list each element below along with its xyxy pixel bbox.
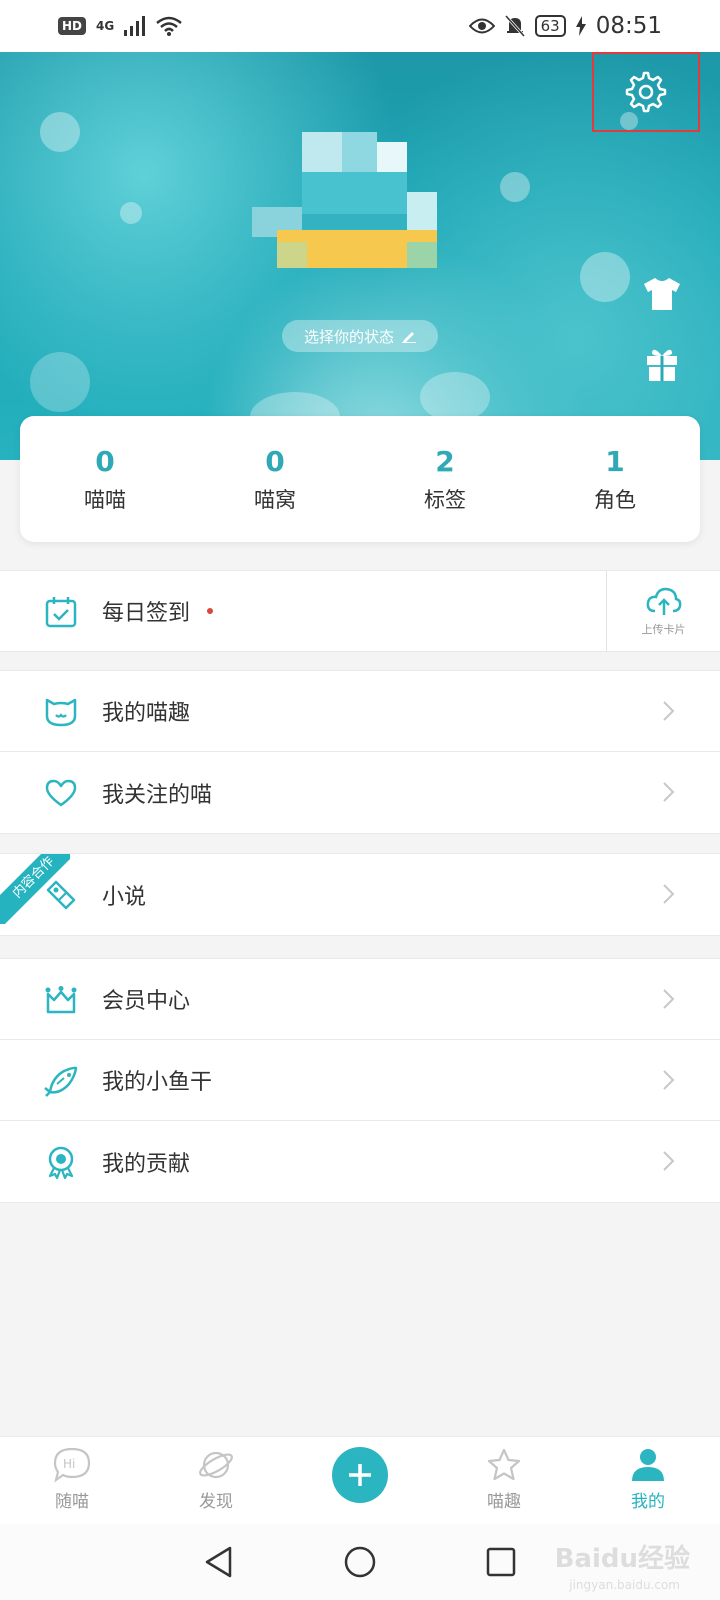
recents-square-icon[interactable] [486, 1547, 516, 1577]
bokeh-dot [120, 202, 142, 224]
chevron-right-icon [663, 1151, 675, 1171]
nav-suimiao[interactable]: Hi 随喵 [0, 1437, 144, 1524]
star-icon [487, 1448, 521, 1481]
stat-value: 1 [605, 444, 625, 478]
bokeh-dot [30, 352, 90, 412]
row-label: 我的贡献 [102, 1151, 191, 1177]
row-label: 我关注的喵 [102, 782, 213, 808]
heart-icon [42, 774, 80, 812]
stats-card: 0 喵喵 0 喵窝 2 标签 1 角色 [20, 416, 700, 542]
nav-label: 随喵 [55, 1492, 89, 1512]
watermark-logo: Baidu经验 [554, 1544, 690, 1574]
charging-icon [575, 16, 586, 36]
status-bar: HD 4G 63 08:51 [0, 0, 720, 52]
menu-group-2: 会员中心 我的小鱼干 我的贡献 [0, 958, 720, 1203]
avatar[interactable] [232, 132, 444, 322]
clock: 08:51 [595, 13, 662, 39]
checkin-section: 每日签到 上传卡片 [0, 570, 720, 652]
menu-item-my-miaoqu[interactable]: 我的喵趣 [0, 671, 720, 752]
chevron-right-icon [663, 1070, 675, 1090]
menu-item-contribution[interactable]: 我的贡献 [0, 1121, 720, 1202]
upload-card-button[interactable]: 上传卡片 [606, 571, 720, 652]
nav-mine[interactable]: 我的 [576, 1437, 720, 1524]
network-type: 4G [96, 19, 115, 33]
bokeh-dot [40, 112, 80, 152]
bokeh-dot [420, 372, 490, 422]
crown-icon [42, 981, 80, 1019]
stat-value: 2 [435, 444, 455, 478]
notification-dot [207, 608, 213, 614]
stat-value: 0 [265, 444, 285, 478]
profile-banner: 选择你的状态 [0, 52, 720, 460]
back-triangle-icon[interactable] [204, 1546, 234, 1578]
status-selector[interactable]: 选择你的状态 [282, 320, 438, 352]
battery-level: 63 [534, 15, 566, 37]
menu-group-1: 我的喵趣 我关注的喵 [0, 670, 720, 834]
tag-icon [42, 876, 80, 914]
status-right: 63 08:51 [468, 13, 662, 39]
nav-miaoqu[interactable]: 喵趣 [432, 1437, 576, 1524]
medal-icon [42, 1143, 80, 1181]
chevron-right-icon [663, 989, 675, 1009]
bottom-nav: Hi 随喵 发现 喵趣 我的 [0, 1436, 720, 1524]
fish-icon [42, 1062, 80, 1100]
signal-icon [124, 16, 146, 36]
menu-item-dried-fish[interactable]: 我的小鱼干 [0, 1040, 720, 1121]
mute-bell-icon [504, 15, 525, 37]
upload-label: 上传卡片 [641, 622, 686, 636]
watermark-url: jingyan.baidu.com [569, 1578, 680, 1592]
nav-label: 喵趣 [487, 1492, 521, 1512]
eye-icon [468, 18, 495, 34]
nav-label: 我的 [631, 1492, 665, 1512]
person-icon [632, 1449, 664, 1481]
status-prompt: 选择你的状态 [303, 327, 394, 346]
svg-text:Hi: Hi [63, 1457, 75, 1471]
stat-label: 角色 [594, 487, 636, 512]
nav-label: 发现 [199, 1492, 233, 1512]
plus-icon [349, 1464, 371, 1486]
novel-section: 内容合作 小说 [0, 853, 720, 936]
stat-value: 0 [95, 444, 115, 478]
stat-miaowo[interactable]: 0 喵窝 [190, 416, 360, 542]
chevron-right-icon [663, 884, 675, 904]
settings-button[interactable] [592, 52, 700, 132]
chevron-right-icon [663, 701, 675, 721]
stat-roles[interactable]: 1 角色 [530, 416, 700, 542]
pencil-icon [402, 332, 416, 343]
menu-item-vip-center[interactable]: 会员中心 [0, 959, 720, 1040]
gear-icon [625, 71, 667, 113]
nav-add[interactable] [288, 1437, 432, 1524]
stat-label: 喵喵 [84, 487, 126, 512]
row-label: 小说 [102, 884, 147, 910]
bokeh-dot [500, 172, 530, 202]
status-left: HD 4G [58, 16, 183, 36]
home-circle-icon[interactable] [343, 1545, 377, 1579]
menu-item-following[interactable]: 我关注的喵 [0, 752, 720, 833]
stat-label: 喵窝 [254, 487, 296, 512]
hd-badge: HD [58, 17, 87, 35]
calendar-check-icon [42, 593, 80, 631]
avatar-image [252, 132, 437, 268]
chevron-right-icon [663, 782, 675, 802]
row-label: 我的喵趣 [102, 701, 191, 726]
row-label: 每日签到 [102, 601, 191, 626]
cloud-upload-icon [646, 587, 681, 615]
stat-label: 标签 [424, 487, 466, 512]
bokeh-dot [580, 252, 630, 302]
gift-icon [647, 349, 677, 381]
menu-item-novel[interactable]: 内容合作 小说 [0, 854, 720, 935]
wifi-icon [156, 16, 183, 36]
shirt-icon [644, 278, 680, 310]
stat-tags[interactable]: 2 标签 [360, 416, 530, 542]
row-label: 会员中心 [102, 989, 191, 1014]
gift-button[interactable] [640, 342, 684, 386]
hi-bubble-icon: Hi [53, 1447, 91, 1483]
planet-icon [199, 1451, 233, 1479]
outfit-button[interactable] [640, 272, 684, 316]
stat-miaomiao[interactable]: 0 喵喵 [20, 416, 190, 542]
cat-face-icon [42, 693, 80, 731]
add-button[interactable] [332, 1447, 388, 1503]
row-label: 我的小鱼干 [102, 1070, 213, 1095]
nav-discover[interactable]: 发现 [144, 1437, 288, 1524]
